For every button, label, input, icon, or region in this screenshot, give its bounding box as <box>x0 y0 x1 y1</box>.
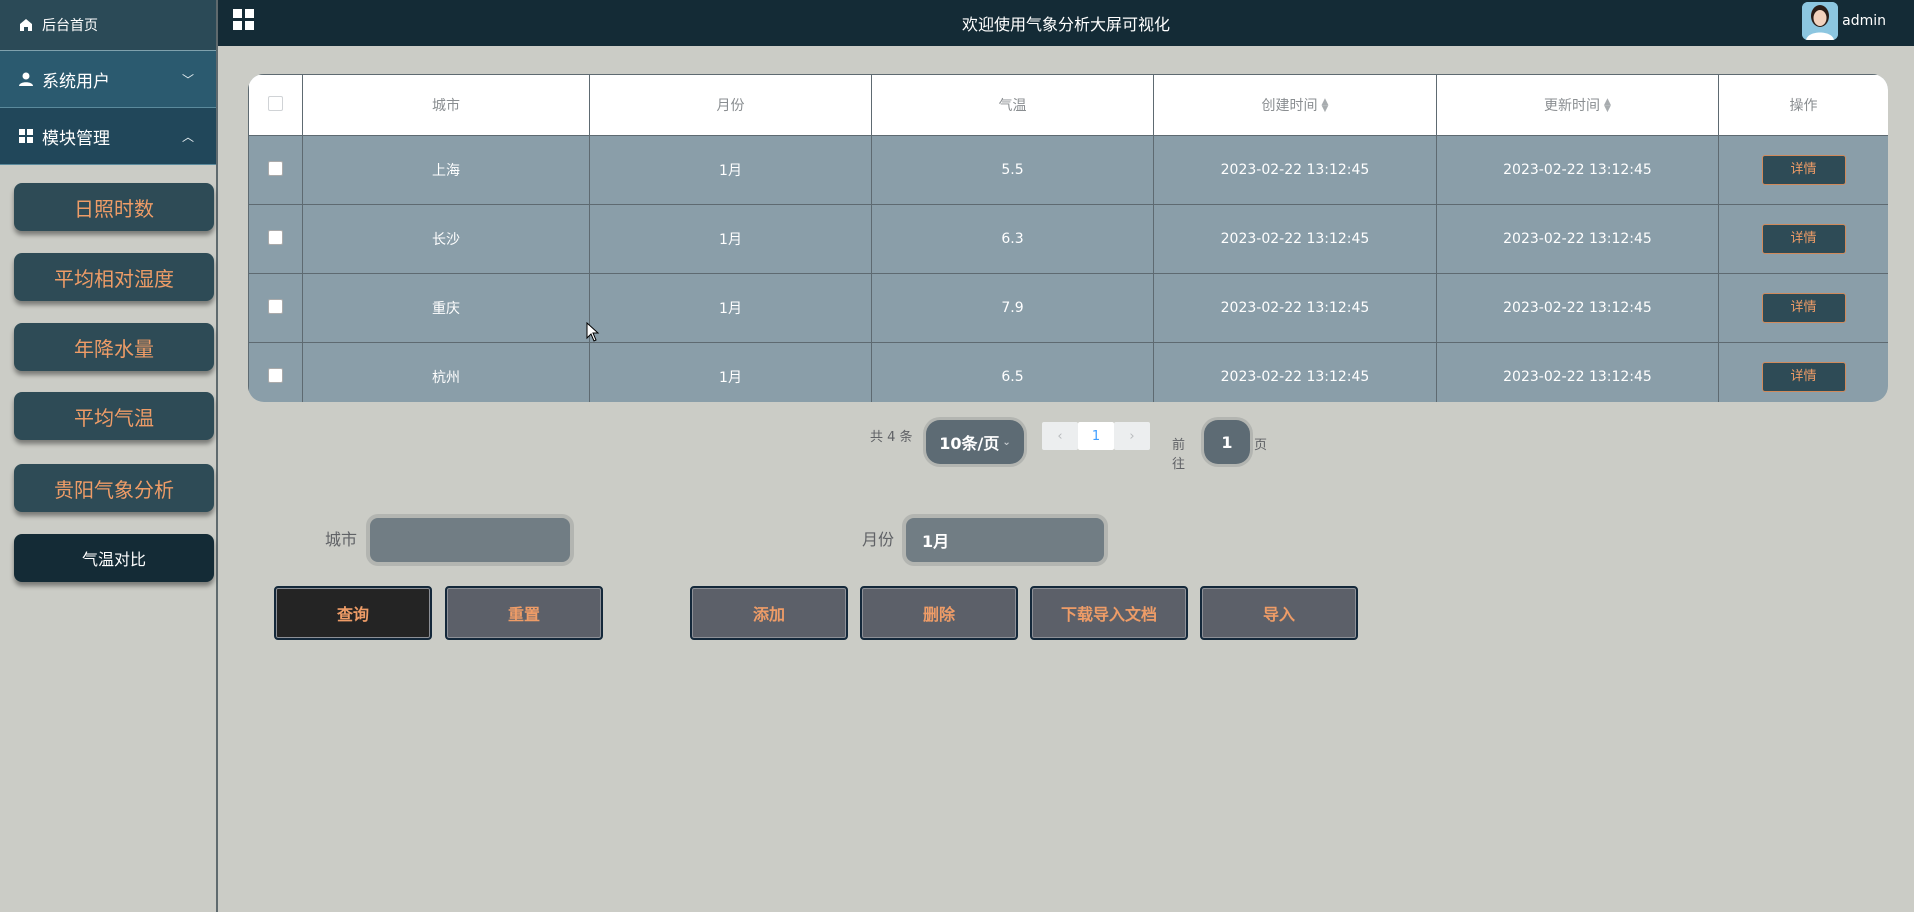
cell-created: 2023-02-22 13:12:45 <box>1153 342 1437 402</box>
table-header-row: 城市 月份 气温 创建时间 ▲ ▼ 更新时间 ▲ ▼ 操作 <box>248 74 1888 136</box>
chevron-up-icon: ︿ <box>181 129 194 144</box>
sidebar-group-users[interactable]: 系统用户 ﹀ <box>0 51 216 108</box>
city-label: 城市 <box>325 530 358 549</box>
detail-button[interactable]: 详情 <box>1761 224 1846 254</box>
table-row: 上海 1月 5.5 2023-02-22 13:12:45 2023-02-22… <box>248 135 1888 205</box>
detail-button[interactable]: 详情 <box>1761 362 1846 392</box>
sidebar-item-label: 贵阳气象分析 <box>54 477 174 502</box>
page-size-select[interactable]: 10条/页 ⌄ <box>926 420 1024 464</box>
avatar-image <box>1802 2 1838 40</box>
column-header-actions: 操作 <box>1718 74 1888 136</box>
username[interactable]: admin <box>1842 13 1886 29</box>
column-header-month: 月份 <box>589 74 872 136</box>
page-size-value: 10条/页 <box>939 434 1000 453</box>
cell-month: 1月 <box>589 273 872 343</box>
sidebar-item-label: 气温对比 <box>81 550 146 569</box>
column-header-label: 更新时间 <box>1544 98 1601 114</box>
goto-label: 前往 <box>1172 438 1186 472</box>
column-header-temp: 气温 <box>871 74 1154 136</box>
sort-icon[interactable]: ▲ ▼ <box>1604 98 1611 114</box>
data-table: 城市 月份 气温 创建时间 ▲ ▼ 更新时间 ▲ ▼ 操作 上海 1月 5.5 2023… <box>248 74 1888 402</box>
sidebar-group-label: 模块管理 <box>42 128 110 149</box>
column-header-updated[interactable]: 更新时间 ▲ ▼ <box>1436 74 1719 136</box>
reset-button[interactable]: 重置 <box>445 586 603 640</box>
cell-city: 重庆 <box>302 273 590 343</box>
column-header-created[interactable]: 创建时间 ▲ ▼ <box>1153 74 1437 136</box>
row-checkbox[interactable] <box>268 367 283 383</box>
sort-icon[interactable]: ▲ ▼ <box>1322 98 1329 114</box>
sidebar-home-label: 后台首页 <box>42 18 98 34</box>
cell-city: 上海 <box>302 135 590 205</box>
detail-button[interactable]: 详情 <box>1761 293 1846 323</box>
sidebar-item-label: 平均相对湿度 <box>54 266 174 291</box>
cell-city: 杭州 <box>302 342 590 402</box>
page-title: 欢迎使用气象分析大屏可视化 <box>961 15 1170 34</box>
delete-button[interactable]: 删除 <box>860 586 1018 640</box>
cell-month: 1月 <box>589 135 872 205</box>
top-bar: 欢迎使用气象分析大屏可视化 admin <box>218 0 1914 46</box>
query-button[interactable]: 查询 <box>274 586 432 640</box>
sidebar-item-temperature[interactable]: 平均气温 <box>14 392 214 440</box>
sidebar-item-label: 平均气温 <box>74 405 154 430</box>
grid-icon <box>19 129 33 143</box>
sidebar-item-guiyang[interactable]: 贵阳气象分析 <box>14 464 214 512</box>
cell-updated: 2023-02-22 13:12:45 <box>1436 273 1719 343</box>
table-row: 长沙 1月 6.3 2023-02-22 13:12:45 2023-02-22… <box>248 204 1888 274</box>
page-number-button[interactable]: 1 <box>1078 422 1114 450</box>
column-header-city: 城市 <box>302 74 590 136</box>
cell-created: 2023-02-22 13:12:45 <box>1153 273 1437 343</box>
table-row: 重庆 1月 7.9 2023-02-22 13:12:45 2023-02-22… <box>248 273 1888 343</box>
sidebar: 后台首页 系统用户 ﹀ 模块管理 ︿ 日照时数 平均相对湿度 年降水量 平均气温… <box>0 0 218 912</box>
download-template-button[interactable]: 下载导入文档 <box>1030 586 1188 640</box>
row-checkbox[interactable] <box>268 160 283 176</box>
sidebar-group-label: 系统用户 <box>42 71 110 92</box>
cell-created: 2023-02-22 13:12:45 <box>1153 204 1437 274</box>
avatar[interactable] <box>1802 2 1838 40</box>
city-input[interactable] <box>370 518 570 562</box>
import-button[interactable]: 导入 <box>1200 586 1358 640</box>
add-button[interactable]: 添加 <box>690 586 848 640</box>
user-icon <box>19 72 33 86</box>
select-all-cell[interactable] <box>248 74 303 136</box>
cell-temp: 6.5 <box>871 342 1154 402</box>
detail-button[interactable]: 详情 <box>1761 155 1846 185</box>
sidebar-item-sunshine[interactable]: 日照时数 <box>14 183 214 231</box>
cell-updated: 2023-02-22 13:12:45 <box>1436 135 1719 205</box>
column-header-label: 创建时间 <box>1261 98 1318 114</box>
prev-page-button[interactable]: ‹ <box>1042 422 1078 450</box>
sidebar-item-precipitation[interactable]: 年降水量 <box>14 323 214 371</box>
row-checkbox[interactable] <box>268 229 283 245</box>
select-all-checkbox[interactable] <box>268 95 283 111</box>
page-suffix: 页 <box>1254 438 1268 453</box>
row-checkbox[interactable] <box>268 298 283 314</box>
mouse-cursor-icon <box>586 322 600 342</box>
cell-temp: 6.3 <box>871 204 1154 274</box>
cell-month: 1月 <box>589 342 872 402</box>
sidebar-item-temp-compare[interactable]: 气温对比 <box>14 534 214 582</box>
sidebar-item-label: 年降水量 <box>74 336 154 361</box>
total-count: 共 4 条 <box>870 430 913 445</box>
table-row: 杭州 1月 6.5 2023-02-22 13:12:45 2023-02-22… <box>248 342 1888 402</box>
cell-created: 2023-02-22 13:12:45 <box>1153 135 1437 205</box>
month-label: 月份 <box>862 530 895 549</box>
sidebar-group-modules[interactable]: 模块管理 ︿ <box>0 108 216 165</box>
chevron-down-icon: ﹀ <box>181 72 194 87</box>
goto-page-input[interactable]: 1 <box>1204 420 1250 464</box>
chevron-down-icon: ⌄ <box>1002 436 1011 448</box>
sidebar-item-home[interactable]: 后台首页 <box>0 0 216 51</box>
home-icon <box>20 19 32 31</box>
cell-month: 1月 <box>589 204 872 274</box>
sidebar-item-label: 日照时数 <box>74 196 154 221</box>
next-page-button[interactable]: › <box>1114 422 1150 450</box>
cell-updated: 2023-02-22 13:12:45 <box>1436 342 1719 402</box>
cell-city: 长沙 <box>302 204 590 274</box>
cell-temp: 7.9 <box>871 273 1154 343</box>
sidebar-item-humidity[interactable]: 平均相对湿度 <box>14 253 214 301</box>
month-input[interactable]: 1月 <box>906 518 1104 562</box>
cell-temp: 5.5 <box>871 135 1154 205</box>
cell-updated: 2023-02-22 13:12:45 <box>1436 204 1719 274</box>
